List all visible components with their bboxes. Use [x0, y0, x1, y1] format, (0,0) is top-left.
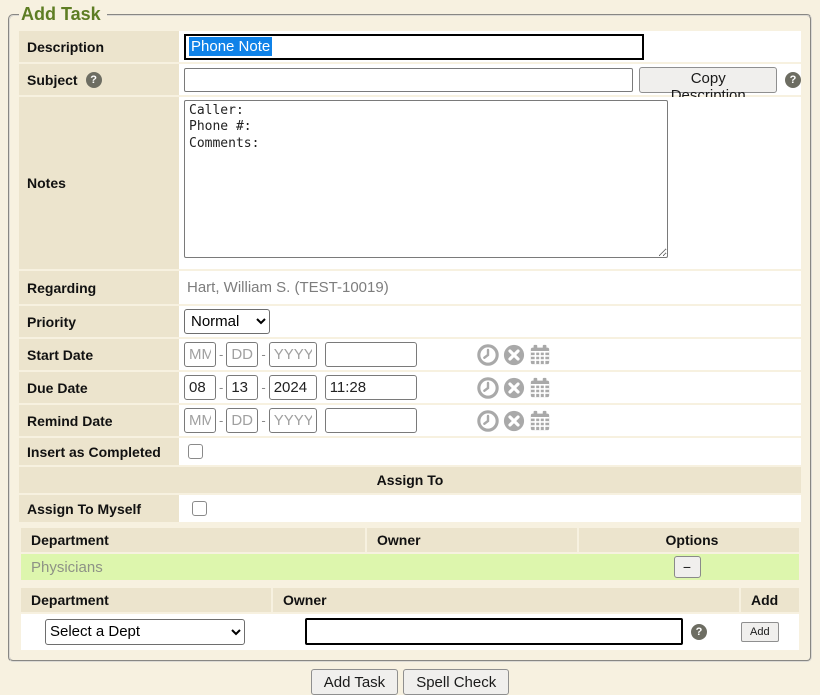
date-separator: - — [219, 413, 223, 428]
notes-label: Notes — [19, 97, 179, 269]
add-task-button[interactable]: Add Task — [311, 669, 398, 695]
description-row: Description Phone Note — [19, 31, 801, 62]
owner-help-icon[interactable]: ? — [691, 624, 707, 640]
insert-as-completed-row: Insert as Completed — [19, 438, 801, 465]
date-separator: - — [219, 380, 223, 395]
due-date-label: Due Date — [19, 372, 179, 403]
notes-row: Notes Caller: Phone #: Comments: — [19, 97, 801, 269]
remind-date-row: Remind Date - - — [19, 405, 801, 436]
assignments-header-owner: Owner — [367, 528, 577, 552]
start-date-row: Start Date - - — [19, 339, 801, 370]
assignments-table: Department Owner Options Physicians − — [21, 528, 799, 580]
add-assignment-button[interactable]: Add — [741, 622, 779, 642]
remind-date-time-input[interactable] — [325, 408, 417, 433]
assignment-department: Physicians — [21, 559, 365, 576]
assign-to-myself-label: Assign To Myself — [19, 495, 179, 522]
description-input[interactable]: Phone Note — [184, 34, 644, 60]
due-date-day-input[interactable] — [226, 375, 258, 400]
insert-as-completed-label: Insert as Completed — [19, 438, 179, 465]
date-separator: - — [261, 347, 265, 362]
due-date-clear-icon[interactable] — [503, 377, 525, 399]
add-task-fieldset: Add Task Description Phone Note Subject … — [8, 4, 812, 662]
date-separator: - — [261, 413, 265, 428]
add-assignment-header-owner: Owner — [273, 588, 739, 612]
remind-date-clock-icon[interactable] — [477, 410, 499, 432]
assignments-header-department: Department — [21, 528, 365, 552]
owner-input[interactable] — [305, 618, 683, 645]
add-assignment-row: Select a Dept ? Add — [21, 614, 799, 650]
start-date-month-input[interactable] — [184, 342, 216, 367]
remove-assignment-button[interactable]: − — [674, 556, 701, 578]
assignments-header-options: Options — [579, 528, 799, 552]
remind-date-clear-icon[interactable] — [503, 410, 525, 432]
subject-help-icon[interactable]: ? — [86, 72, 102, 88]
priority-row: Priority Normal — [19, 306, 801, 337]
copy-description-button[interactable]: Copy Description — [639, 67, 777, 93]
insert-as-completed-checkbox[interactable] — [188, 444, 203, 459]
date-separator: - — [261, 380, 265, 395]
description-label: Description — [19, 31, 179, 62]
date-separator: - — [219, 347, 223, 362]
due-date-clock-icon[interactable] — [477, 377, 499, 399]
add-assignment-table: Department Owner Add Select a Dept ? Add — [21, 588, 799, 650]
regarding-label: Regarding — [19, 271, 179, 304]
start-date-clock-icon[interactable] — [477, 344, 499, 366]
task-form: Description Phone Note Subject ? Copy De… — [19, 31, 801, 650]
subject-label-cell: Subject ? — [19, 64, 179, 95]
notes-textarea[interactable]: Caller: Phone #: Comments: — [184, 100, 668, 258]
priority-label: Priority — [19, 306, 179, 337]
priority-select[interactable]: Normal — [184, 309, 270, 334]
add-assignment-header-department: Department — [21, 588, 271, 612]
start-date-clear-icon[interactable] — [503, 344, 525, 366]
subject-label: Subject — [27, 72, 78, 88]
subject-input[interactable] — [184, 68, 633, 92]
due-date-row: Due Date - - — [19, 372, 801, 403]
regarding-value: Hart, William S. (TEST-10019) — [184, 279, 389, 296]
assign-to-section-header: Assign To — [19, 467, 801, 493]
assignment-row: Physicians − — [21, 554, 799, 580]
assign-to-myself-checkbox[interactable] — [192, 501, 207, 516]
start-date-time-input[interactable] — [325, 342, 417, 367]
due-date-time-input[interactable] — [325, 375, 417, 400]
page-title: Add Task — [19, 4, 107, 25]
add-assignment-header-add: Add — [741, 588, 799, 612]
copy-description-help-icon[interactable]: ? — [785, 72, 801, 88]
remind-date-year-input[interactable] — [269, 408, 317, 433]
remind-date-day-input[interactable] — [226, 408, 258, 433]
remind-date-month-input[interactable] — [184, 408, 216, 433]
due-date-calendar-icon[interactable] — [529, 377, 551, 399]
start-date-calendar-icon[interactable] — [529, 344, 551, 366]
start-date-day-input[interactable] — [226, 342, 258, 367]
description-selected-text: Phone Note — [189, 37, 272, 56]
due-date-year-input[interactable] — [269, 375, 317, 400]
department-select[interactable]: Select a Dept — [45, 619, 245, 645]
regarding-row: Regarding Hart, William S. (TEST-10019) — [19, 271, 801, 304]
footer-actions: Add Task Spell Check — [0, 669, 820, 695]
start-date-year-input[interactable] — [269, 342, 317, 367]
remind-date-label: Remind Date — [19, 405, 179, 436]
start-date-label: Start Date — [19, 339, 179, 370]
due-date-month-input[interactable] — [184, 375, 216, 400]
assign-to-myself-row: Assign To Myself — [19, 495, 801, 522]
remind-date-calendar-icon[interactable] — [529, 410, 551, 432]
spell-check-button[interactable]: Spell Check — [403, 669, 509, 695]
subject-row: Subject ? Copy Description ? — [19, 64, 801, 95]
